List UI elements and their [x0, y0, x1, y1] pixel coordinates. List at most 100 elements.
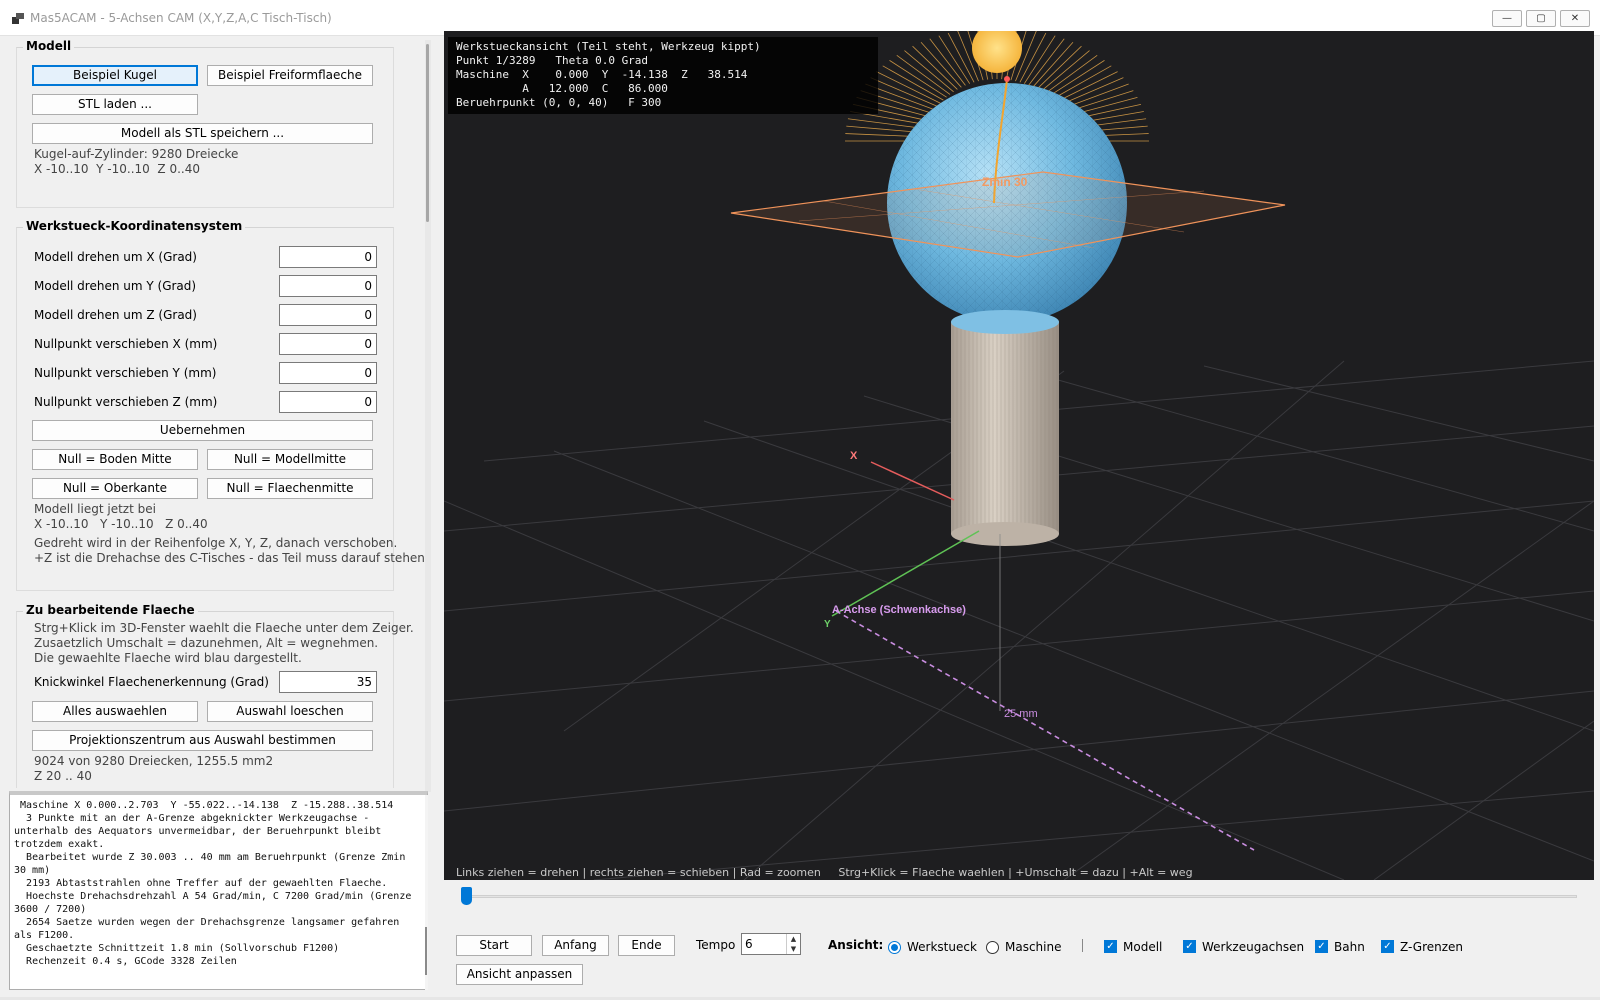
modell-checkbox-label: Modell [1123, 940, 1163, 954]
log-line: Hoechste Drehachsdrehzahl A 54 Grad/min,… [14, 891, 418, 915]
knickwinkel-input[interactable]: 35 [279, 671, 377, 693]
modell-info-line1: Kugel-auf-Zylinder: 9280 Dreiecke [34, 147, 239, 161]
tempo-spinner[interactable]: ▲ ▼ [786, 934, 800, 954]
maschine-radio-label: Maschine [1005, 940, 1062, 954]
cylinder-bottom [951, 522, 1059, 546]
drehen-x-input[interactable]: 0 [279, 246, 377, 268]
log-scrollbar[interactable] [425, 795, 428, 990]
overlay-line: A 12.000 C 86.000 [456, 82, 668, 95]
settings-scrollbar-thumb[interactable] [426, 44, 429, 222]
group-werkstueck-koordinatensystem: Werkstueck-Koordinatensystem Modell dreh… [16, 219, 429, 591]
zgrenzen-checkbox[interactable]: ✓ [1381, 940, 1394, 953]
3d-viewport[interactable]: Zmin 30 X Y A-Achse (Schwenkachse) 25 mm… [444, 31, 1594, 880]
nullpunkt-x-input[interactable]: 0 [279, 333, 377, 355]
drehen-y-input[interactable]: 0 [279, 275, 377, 297]
alles-auswaehlen-button[interactable]: Alles auswaehlen [32, 701, 198, 722]
ansicht-anpassen-button[interactable]: Ansicht anpassen [456, 964, 583, 985]
tool-axis-line [870, 77, 938, 107]
overlay-line: Werkstueckansicht (Teil steht, Werkzeug … [456, 40, 761, 53]
modell-info-line2: X -10..10 Y -10..10 Z 0..40 [34, 162, 201, 176]
bahn-checkbox[interactable]: ✓ [1315, 940, 1328, 953]
modell-checkbox[interactable]: ✓ [1104, 940, 1117, 953]
scene-graphic: Zmin 30 X Y A-Achse (Schwenkachse) 25 mm [444, 31, 1594, 880]
log-line: Maschine X 0.000..2.703 Y -55.022..-14.1… [14, 800, 394, 811]
projektionszentrum-button[interactable]: Projektionszentrum aus Auswahl bestimmen [32, 730, 373, 751]
zmin-label: Zmin 30 [982, 175, 1028, 189]
x-axis-line [870, 461, 955, 501]
bahn-checkbox-label: Bahn [1334, 940, 1365, 954]
field-label-nullpunkt-x: Nullpunkt verschieben X (mm) [34, 337, 218, 351]
zgrenzen-checkbox-label: Z-Grenzen [1400, 940, 1464, 954]
settings-scrollbar[interactable] [425, 40, 431, 792]
log-line: 2654 Saetze wurden wegen der Drehachsgre… [14, 917, 406, 941]
x-axis-label: X [850, 450, 858, 462]
tool-axis-line [1019, 32, 1047, 83]
spin-down-icon[interactable]: ▼ [787, 944, 800, 954]
cylinder-top [951, 310, 1059, 334]
wks-info-line4: +Z ist die Drehachse des C-Tisches - das… [34, 551, 429, 565]
tool-axis-line [1032, 42, 1074, 88]
overlay-line: Punkt 1/3289 Theta 0.0 Grad [456, 54, 649, 67]
flaeche-info-line3: Die gewaehlte Flaeche wird blau dargeste… [34, 651, 302, 665]
beispiel-freiform-button[interactable]: Beispiel Freiformflaeche [207, 65, 373, 86]
nullpunkt-y-input[interactable]: 0 [279, 362, 377, 384]
tool-axis-line [947, 32, 975, 83]
flaeche-info-line1: Strg+Klick im 3D-Fenster waehlt die Flae… [34, 621, 414, 635]
stl-laden-button[interactable]: STL laden ... [32, 94, 198, 115]
auswahl-loeschen-button[interactable]: Auswahl loeschen [207, 701, 373, 722]
wks-info-line3: Gedreht wird in der Reihenfolge X, Y, Z,… [34, 536, 398, 550]
group-wks-title: Werkstueck-Koordinatensystem [23, 219, 246, 233]
null-modellmitte-button[interactable]: Null = Modellmitte [207, 449, 373, 470]
werkstueck-radio[interactable] [888, 941, 901, 954]
group-flaeche-title: Zu bearbeitende Flaeche [23, 603, 198, 617]
flaeche-info-line2: Zusaetzlich Umschalt = dazunehmen, Alt =… [34, 636, 379, 650]
playback-slider-thumb[interactable] [461, 887, 473, 905]
flaeche-stat-line2: Z 20 .. 40 [34, 769, 92, 783]
uebernehmen-button[interactable]: Uebernehmen [32, 420, 373, 441]
scale-label: 25 mm [1004, 708, 1038, 720]
null-boden-mitte-button[interactable]: Null = Boden Mitte [32, 449, 198, 470]
window-title: Mas5ACAM - 5-Achsen CAM (X,Y,Z,A,C Tisch… [30, 11, 332, 25]
group-modell-title: Modell [23, 39, 75, 53]
field-label-drehen-y: Modell drehen um Y (Grad) [34, 279, 197, 293]
ende-button[interactable]: Ende [618, 935, 675, 956]
ansicht-label: Ansicht: [828, 938, 884, 952]
spin-up-icon[interactable]: ▲ [787, 934, 800, 944]
werkzeugachsen-checkbox-label: Werkzeugachsen [1202, 940, 1305, 954]
field-label-drehen-z: Modell drehen um Z (Grad) [34, 308, 197, 322]
drehen-z-input[interactable]: 0 [279, 304, 377, 326]
separator [1082, 939, 1083, 952]
status-overlay: Werkstueckansicht (Teil steht, Werkzeug … [448, 37, 878, 114]
settings-panel: Modell Beispiel Kugel Beispiel Freiformf… [4, 36, 433, 788]
null-oberkante-button[interactable]: Null = Oberkante [32, 478, 198, 499]
minimize-button[interactable]: — [1492, 10, 1522, 27]
werkstueck-radio-label: Werkstueck [907, 940, 977, 954]
log-line: 3 Punkte mit an der A-Grenze abgeknickte… [14, 813, 388, 850]
group-flaeche: Zu bearbeitende Flaeche Strg+Klick im 3D… [16, 603, 414, 788]
app-icon [12, 13, 24, 24]
beispiel-kugel-button[interactable]: Beispiel Kugel [32, 65, 198, 86]
tool-axis-line [920, 42, 962, 88]
log-line: Geschaetzte Schnittzeit 1.8 min (Sollvor… [14, 943, 340, 954]
log-line: Bearbeitet wurde Z 30.003 .. 40 mm am Be… [14, 852, 412, 876]
group-modell: Modell Beispiel Kugel Beispiel Freiformf… [16, 39, 394, 208]
playback-slider-track[interactable] [461, 895, 1577, 898]
contact-point [1004, 76, 1010, 82]
start-button[interactable]: Start [456, 935, 532, 956]
viewport-hint: Links ziehen = drehen | rechts ziehen = … [456, 866, 1193, 879]
knickwinkel-label: Knickwinkel Flaechenerkennung (Grad) [34, 675, 269, 689]
overlay-line: Maschine X 0.000 Y -14.138 Z 38.514 [456, 68, 748, 81]
nullpunkt-z-input[interactable]: 0 [279, 391, 377, 413]
tool-axis-line [1028, 38, 1065, 86]
close-button[interactable]: ✕ [1560, 10, 1590, 27]
log-output[interactable]: Maschine X 0.000..2.703 Y -55.022..-14.1… [9, 791, 428, 990]
field-label-nullpunkt-z: Nullpunkt verschieben Z (mm) [34, 395, 218, 409]
anfang-button[interactable]: Anfang [542, 935, 609, 956]
stl-speichern-button[interactable]: Modell als STL speichern ... [32, 123, 373, 144]
maschine-radio[interactable] [986, 941, 999, 954]
wks-info-line2: X -10..10 Y -10..10 Z 0..40 [34, 517, 208, 531]
maximize-button[interactable]: ▢ [1526, 10, 1556, 27]
werkzeugachsen-checkbox[interactable]: ✓ [1183, 940, 1196, 953]
log-scrollbar-thumb[interactable] [425, 927, 427, 975]
null-flaechenmitte-button[interactable]: Null = Flaechenmitte [207, 478, 373, 499]
